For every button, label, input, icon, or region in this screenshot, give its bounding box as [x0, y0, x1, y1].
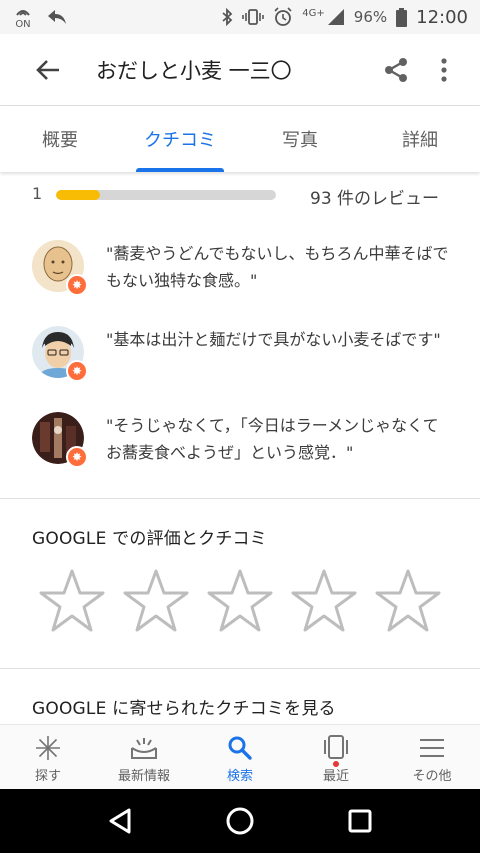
rate-star-4-icon[interactable]: [290, 568, 358, 634]
tab-bar: 概要 クチコミ 写真 詳細: [0, 106, 480, 172]
review-text: "基本は出汁と麺だけで具がない小麦そばです": [106, 330, 441, 349]
review-snippet[interactable]: ✸ "蕎麦やうどんでもないし、もちろん中華そばでもない独特な食感。": [32, 240, 452, 296]
home-icon: [226, 807, 254, 835]
menu-icon: [417, 733, 447, 763]
status-bar: ON 4G+ 96% 12:00: [0, 0, 480, 34]
more-options-button[interactable]: [428, 50, 460, 90]
tab-details[interactable]: 詳細: [360, 106, 480, 172]
divider: [0, 498, 480, 499]
local-guide-badge-icon: ✸: [66, 446, 88, 468]
more-vert-icon: [441, 57, 447, 82]
nfc-status-icon: ON: [14, 5, 32, 30]
rate-star-5-icon[interactable]: [374, 568, 442, 634]
explore-icon: [33, 733, 63, 763]
local-guide-badge-icon: ✸: [66, 360, 88, 382]
signal-icon: 4G+: [302, 8, 345, 26]
app-bar: おだしと小麦 一三〇: [0, 34, 480, 106]
search-icon: [225, 733, 255, 763]
nav-more[interactable]: その他: [384, 725, 480, 789]
avatar: ✸: [32, 240, 88, 296]
share-button[interactable]: [376, 50, 416, 90]
rating-star-level: 1: [32, 183, 43, 203]
nav-more-label: その他: [412, 769, 452, 784]
review-snippet[interactable]: ✸ "基本は出汁と麺だけで具がない小麦そばです": [32, 326, 452, 382]
network-type: 4G+: [302, 8, 325, 19]
divider: [0, 668, 480, 669]
system-recents-button[interactable]: [340, 801, 380, 841]
nav-explore[interactable]: 探す: [0, 725, 96, 789]
see-google-reviews-link[interactable]: GOOGLE に寄せられたクチコミを見る: [32, 694, 336, 719]
system-back-button[interactable]: [100, 801, 140, 841]
nav-explore-label: 探す: [34, 769, 61, 784]
nav-updates-label: 最新情報: [117, 769, 170, 784]
nav-recent-label: 最近: [322, 769, 349, 784]
recent-icon: [321, 733, 351, 767]
review-text: "そうじゃなくて，「今日はラーメンじゃなくてお蕎麦食べようぜ」という感覚．": [106, 416, 439, 462]
tab-overview[interactable]: 概要: [0, 106, 120, 172]
review-text: "蕎麦やうどんでもないし、もちろん中華そばでもない独特な食感。": [106, 244, 449, 290]
square-recents-icon: [348, 809, 372, 833]
clock: 12:00: [416, 6, 468, 28]
alarm-icon: [274, 7, 292, 26]
rate-star-2-icon[interactable]: [122, 568, 190, 634]
reply-arrow-icon: [48, 10, 66, 24]
local-guide-badge-icon: ✸: [66, 274, 88, 296]
avatar: ✸: [32, 412, 88, 468]
notification-dot: [333, 761, 339, 767]
rate-star-1-icon[interactable]: [38, 568, 106, 634]
system-home-button[interactable]: [220, 801, 260, 841]
place-title: おだしと小麦 一三〇: [96, 58, 292, 83]
back-arrow-icon: [36, 59, 59, 80]
bottom-navigation: 探す 最新情報 検索 最近 その他: [0, 724, 480, 789]
nav-recent[interactable]: 最近: [288, 725, 384, 789]
rating-bar: [56, 189, 276, 200]
system-navigation-bar: [0, 789, 480, 853]
tab-photos[interactable]: 写真: [240, 106, 360, 172]
reviews-content[interactable]: 1 93 件のレビュー ✸ "蕎麦やうどんでもないし、もちろん中華そばでもない独…: [0, 172, 480, 724]
nfc-label: ON: [15, 18, 31, 30]
battery-icon: [396, 7, 408, 27]
battery-percent: 96%: [353, 8, 388, 26]
nav-search-label: 検索: [226, 769, 253, 784]
nav-search[interactable]: 検索: [192, 725, 288, 789]
share-icon: [385, 57, 407, 82]
rating-bar-fill: [56, 189, 100, 200]
review-snippet[interactable]: ✸ "そうじゃなくて，「今日はラーメンじゃなくてお蕎麦食べようぜ」という感覚．": [32, 412, 452, 468]
rate-star-3-icon[interactable]: [206, 568, 274, 634]
nav-updates[interactable]: 最新情報: [96, 725, 192, 789]
google-rating-title: GOOGLE での評価とクチコミ: [32, 529, 267, 549]
bluetooth-icon: [222, 8, 233, 26]
avatar: ✸: [32, 326, 88, 382]
review-count[interactable]: 93 件のレビュー: [310, 184, 439, 209]
back-button[interactable]: [24, 46, 72, 94]
updates-icon: [129, 733, 159, 763]
vibrate-icon: [242, 9, 265, 25]
rating-stars: [38, 568, 442, 634]
tab-reviews[interactable]: クチコミ: [120, 106, 240, 172]
triangle-back-icon: [109, 808, 131, 834]
